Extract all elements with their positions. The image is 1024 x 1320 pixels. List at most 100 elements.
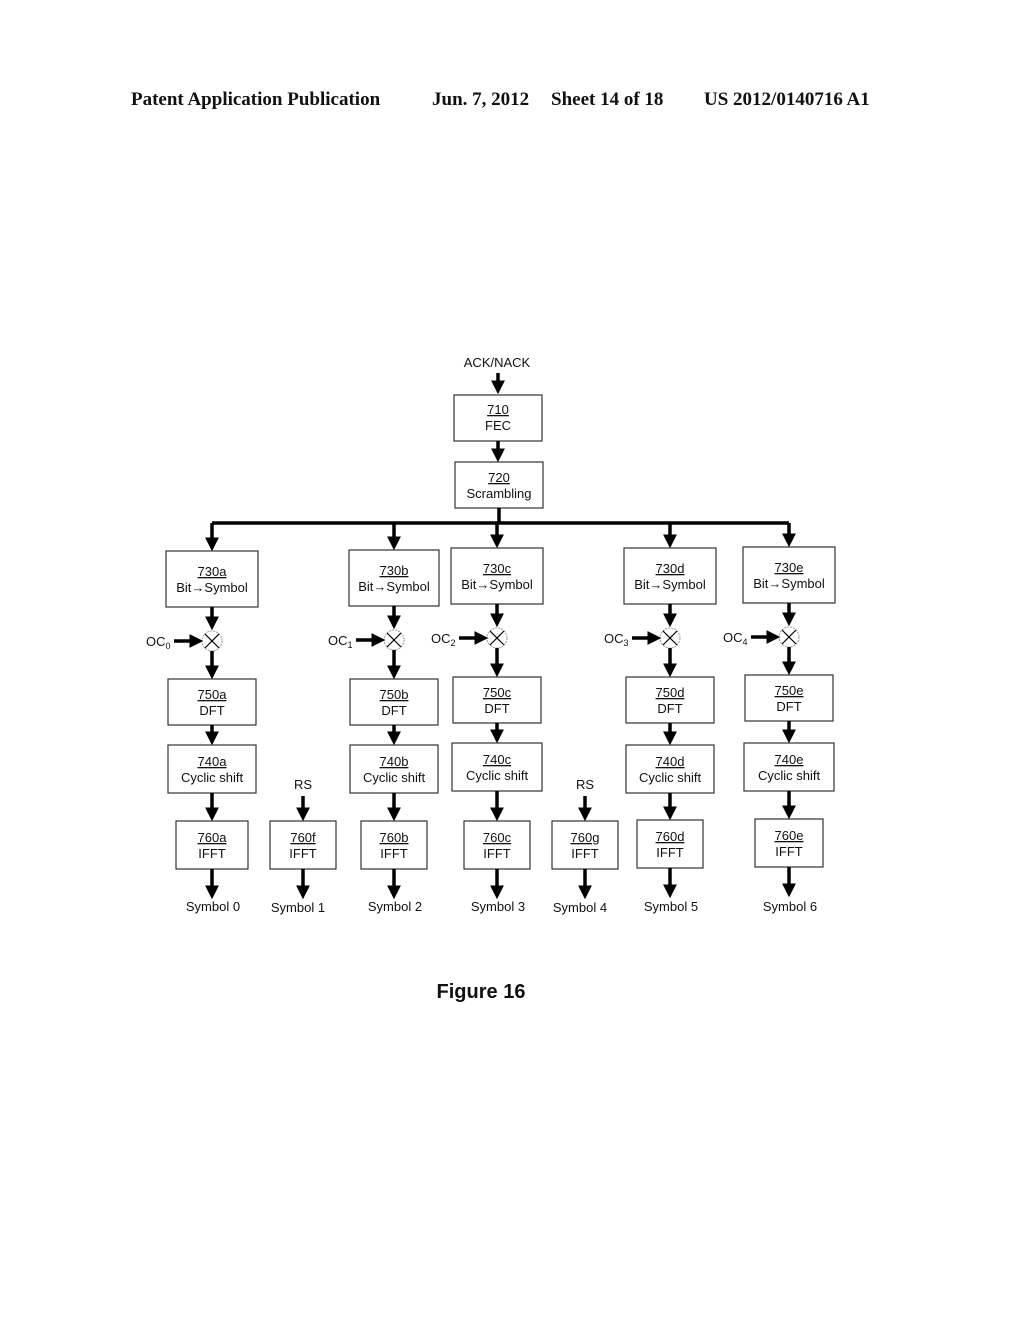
block-fec: 710 FEC [453,394,543,442]
block-shift-740a: 740aCyclic shift [167,744,257,794]
block-mapper-730d: 730dBit→Symbol [623,547,717,605]
output-symbol-label: Symbol 2 [368,899,422,914]
block-mapper-730b-ref: 730b [380,563,409,578]
block-ifft-760f-label: IFFT [289,846,316,861]
block-ifft-760c: 760cIFFT [463,820,531,870]
block-mapper-730e-label: Bit→Symbol [753,576,825,591]
block-dft-750e-ref: 750e [775,683,804,698]
block-shift-740d: 740dCyclic shift [625,744,715,794]
block-dft-750e-label: DFT [776,699,801,714]
orthogonal-code-label: OC4 [723,630,748,647]
block-ifft-760b-label: IFFT [380,846,407,861]
block-dft-750d-ref: 750d [656,685,685,700]
orthogonal-code-label: OC1 [328,633,353,650]
branch-symbol-0: 730aBit→Symbol OC0 750aDFT 740aCyclic shift… [146,523,259,914]
block-shift-740c-label: Cyclic shift [466,768,529,783]
output-symbol-label: Symbol 5 [644,899,698,914]
block-fec-label: FEC [485,418,511,433]
block-ifft-760d: 760dIFFT [636,819,704,869]
block-shift-740d-label: Cyclic shift [639,770,702,785]
branch-symbol-3: 730cBit→Symbol OC2 750cDFT 740cCyclic shift… [431,523,544,914]
block-dft-750e: 750eDFT [744,674,834,722]
block-mapper-730c-label: Bit→Symbol [461,577,533,592]
block-ifft-760e-label: IFFT [775,844,802,859]
multiplier-icon [201,630,223,652]
block-dft-750b-ref: 750b [380,687,409,702]
block-shift-740a-label: Cyclic shift [181,770,244,785]
block-ifft-760e-ref: 760e [775,828,804,843]
output-symbol-label: Symbol 1 [271,900,325,915]
block-mapper-730e: 730eBit→Symbol [742,546,836,604]
block-shift-740e: 740eCyclic shift [743,742,835,792]
orthogonal-code-label: OC0 [146,634,171,651]
block-shift-740b-label: Cyclic shift [363,770,426,785]
block-mapper-730b: 730bBit→Symbol [348,549,440,607]
block-ifft-760a-ref: 760a [198,830,228,845]
block-mapper-730a-label: Bit→Symbol [176,580,248,595]
block-mapper-730d-ref: 730d [656,561,685,576]
block-fec-ref: 710 [487,402,509,417]
block-dft-750c: 750cDFT [452,676,542,724]
block-shift-740b-ref: 740b [380,754,409,769]
branch-rs-symbol-1: RS 760fIFFT Symbol 1 [269,777,337,915]
block-shift-740a-ref: 740a [198,754,228,769]
figure-caption: Figure 16 [437,981,526,1003]
block-ifft-760a-label: IFFT [198,846,225,861]
block-mapper-730d-label: Bit→Symbol [634,577,706,592]
block-ifft-760c-label: IFFT [483,846,510,861]
block-shift-740c: 740cCyclic shift [451,742,543,792]
block-ifft-760d-label: IFFT [656,845,683,860]
block-shift-740e-label: Cyclic shift [758,768,821,783]
block-dft-750a: 750aDFT [167,678,257,726]
block-dft-750d: 750dDFT [625,676,715,724]
block-ifft-760e: 760eIFFT [754,818,824,868]
block-dft-750c-label: DFT [484,701,509,716]
block-dft-750c-ref: 750c [483,685,512,700]
block-mapper-730c-ref: 730c [483,561,512,576]
multiplier-icon [778,626,800,648]
block-diagram: ACK/NACK 710 FEC 720 Scrambling 730aBit→… [146,355,836,1003]
block-mapper-730e-ref: 730e [775,560,804,575]
branch-symbol-6: 730eBit→Symbol OC4 750eDFT 740eCyclic shift… [723,523,836,914]
branch-rs-symbol-4: RS 760gIFFT Symbol 4 [551,777,619,915]
input-label-ack-nack: ACK/NACK [464,355,531,370]
output-symbol-label: Symbol 4 [553,900,607,915]
block-dft-750d-label: DFT [657,701,682,716]
block-scrambling-label: Scrambling [466,486,531,501]
block-dft-750b: 750bDFT [349,678,439,726]
multiplier-icon [659,627,681,649]
output-symbol-label: Symbol 6 [763,899,817,914]
block-mapper-730c: 730cBit→Symbol [450,547,544,605]
orthogonal-code-label: OC2 [431,631,456,648]
block-mapper-730a: 730aBit→Symbol [165,550,259,608]
block-shift-740d-ref: 740d [656,754,685,769]
orthogonal-code-label: OC3 [604,631,629,648]
block-ifft-760g-ref: 760g [571,830,600,845]
rs-input-label: RS [294,777,312,792]
block-dft-750b-label: DFT [381,703,406,718]
block-shift-740e-ref: 740e [775,752,804,767]
block-ifft-760b: 760bIFFT [360,820,428,870]
output-symbol-label: Symbol 0 [186,899,240,914]
block-ifft-760f-ref: 760f [290,830,316,845]
block-scrambling: 720 Scrambling [454,461,544,509]
block-shift-740c-ref: 740c [483,752,512,767]
branch-symbol-5: 730dBit→Symbol OC3 750dDFT 740dCyclic shift… [604,523,717,914]
block-ifft-760d-ref: 760d [656,829,685,844]
block-dft-750a-label: DFT [199,703,224,718]
block-ifft-760g-label: IFFT [571,846,598,861]
block-scrambling-ref: 720 [488,470,510,485]
block-shift-740b: 740bCyclic shift [349,744,439,794]
multiplier-icon [486,627,508,649]
block-ifft-760a: 760aIFFT [175,820,249,870]
branch-symbol-2: 730bBit→Symbol OC1 750bDFT 740bCyclic shift… [328,523,440,914]
block-ifft-760b-ref: 760b [380,830,409,845]
output-symbol-label: Symbol 3 [471,899,525,914]
block-ifft-760g: 760gIFFT [551,820,619,870]
block-ifft-760f: 760fIFFT [269,820,337,870]
multiplier-icon [383,629,405,651]
block-mapper-730b-label: Bit→Symbol [358,579,430,594]
rs-input-label: RS [576,777,594,792]
block-mapper-730a-ref: 730a [198,564,228,579]
block-ifft-760c-ref: 760c [483,830,512,845]
